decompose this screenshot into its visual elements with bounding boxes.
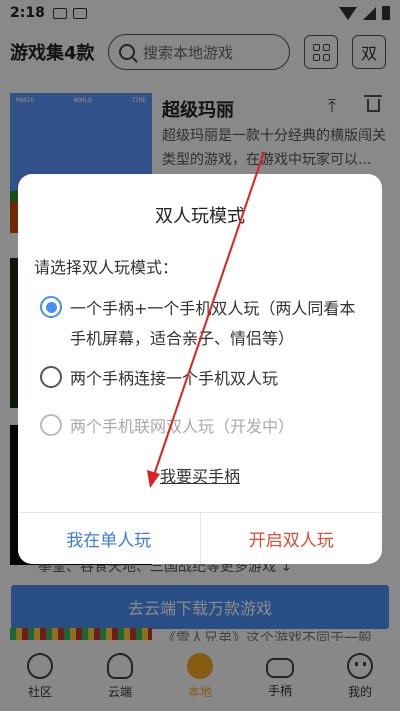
dual-play-mode-dialog: 双人玩模式 请选择双人玩模式： 一个手柄+一个手机双人玩（两人同看本手机屏幕，适…	[18, 174, 382, 564]
radio-selected[interactable]	[40, 296, 62, 318]
mode-option-two-gamepads[interactable]: 两个手柄连接一个手机双人玩	[40, 364, 368, 394]
radio-unselected[interactable]	[40, 366, 62, 388]
start-dual-play-button[interactable]: 开启双人玩	[201, 513, 383, 564]
dialog-prompt: 请选择双人玩模式：	[34, 258, 179, 277]
option-label: 两个手柄连接一个手机双人玩	[70, 369, 279, 388]
mode-option-two-phones: 两个手机联网双人玩（开发中）	[40, 412, 368, 442]
dialog-title: 双人玩模式	[155, 206, 245, 227]
app-screen: 2:18 游戏集4款 搜索本地游戏 双 MARIO WORLD TIME 超级玛丽 …	[0, 0, 400, 711]
single-player-button[interactable]: 我在单人玩	[18, 513, 201, 564]
mode-option-gamepad-plus-phone[interactable]: 一个手柄+一个手机双人玩（两人同看本手机屏幕，适合亲子、情侣等）	[40, 294, 368, 354]
buy-gamepad-link[interactable]: 我要买手柄	[18, 463, 382, 487]
option-label: 一个手柄+一个手机双人玩（两人同看本手机屏幕，适合亲子、情侣等）	[70, 299, 356, 348]
dialog-footer: 我在单人玩 开启双人玩	[18, 512, 382, 564]
option-label: 两个手机联网双人玩（开发中）	[70, 417, 295, 436]
radio-disabled	[40, 414, 62, 436]
